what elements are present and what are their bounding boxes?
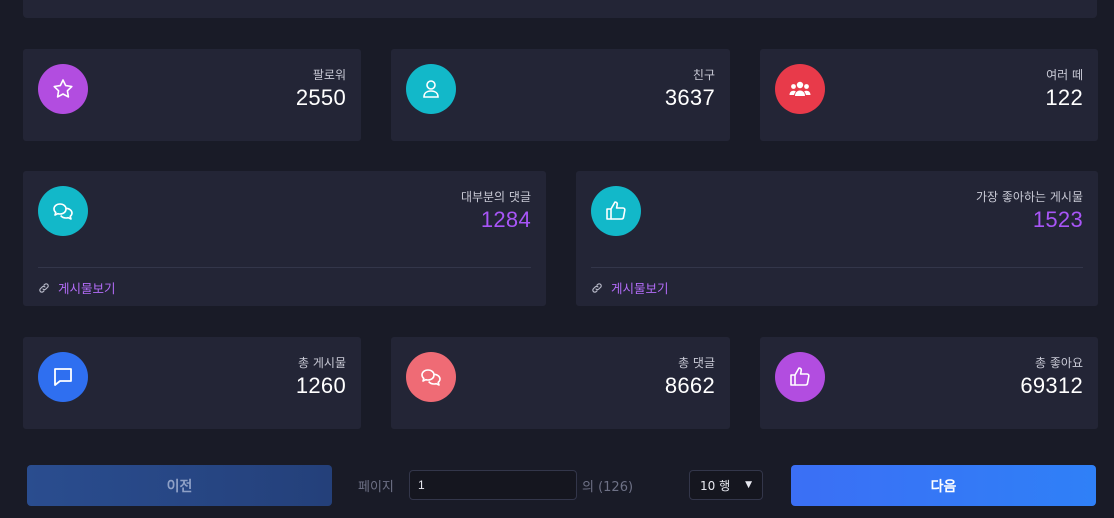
thumbs-up-icon [775,352,825,402]
friends-value: 3637 [664,85,715,110]
dashboard: 팔로워 2550 친구 3637 여러 떼 122 대부분의 댓글 1284 게… [0,0,1114,518]
favorite-post-label: 가장 좋아하는 게시물 [976,190,1083,204]
total-comments-card: 총 댓글 8662 [391,337,730,429]
next-button[interactable]: 다음 [791,465,1096,506]
friends-label: 친구 [692,68,715,82]
total-posts-card: 총 게시물 1260 [23,337,361,429]
comments-icon [38,186,88,236]
total-likes-label: 총 좋아요 [1035,356,1083,370]
user-icon [406,64,456,114]
followers-card: 팔로워 2550 [23,49,361,141]
friends-card: 친구 3637 [391,49,730,141]
followers-label: 팔로워 [312,68,346,82]
followers-value: 2550 [295,85,346,110]
groups-label: 여러 떼 [1046,68,1083,82]
view-posts-label: 게시물보기 [611,281,669,296]
groups-card: 여러 떼 122 [760,49,1098,141]
most-comments-card: 대부분의 댓글 1284 게시물보기 [23,171,546,306]
link-icon [592,282,602,293]
message-square-icon [38,352,88,402]
total-posts-label: 총 게시물 [298,356,346,370]
divider [38,267,531,268]
users-icon [775,64,825,114]
rows-per-page-select[interactable]: 10 행 ▼ [689,470,763,500]
favorite-post-card: 가장 좋아하는 게시물 1523 게시물보기 [576,171,1098,306]
thumbs-up-icon [591,186,641,236]
total-comments-label: 총 댓글 [678,356,715,370]
groups-value: 122 [1045,85,1083,110]
pagination: 이전 페이지 의 (126) 10 행 ▼ 다음 [0,465,1114,507]
most-comments-label: 대부분의 댓글 [460,190,531,204]
top-panel [23,0,1097,18]
total-likes-value: 69312 [1020,373,1083,398]
view-posts-link[interactable]: 게시물보기 [591,278,669,297]
rows-per-page-value: 10 행 [700,478,731,493]
caret-down-icon: ▼ [745,480,752,490]
total-posts-value: 1260 [295,373,346,398]
view-posts-link[interactable]: 게시물보기 [38,278,116,297]
star-icon [38,64,88,114]
favorite-post-value: 1523 [1032,207,1083,232]
most-comments-value: 1284 [480,207,531,232]
previous-button[interactable]: 이전 [27,465,332,506]
comments-icon [406,352,456,402]
page-number-input[interactable] [409,470,577,500]
total-likes-card: 총 좋아요 69312 [760,337,1098,429]
total-pages-label: 의 (126) [582,480,634,495]
divider [591,267,1083,268]
total-comments-value: 8662 [664,373,715,398]
view-posts-label: 게시물보기 [58,281,116,296]
page-label: 페이지 [358,480,394,495]
link-icon [39,282,49,293]
